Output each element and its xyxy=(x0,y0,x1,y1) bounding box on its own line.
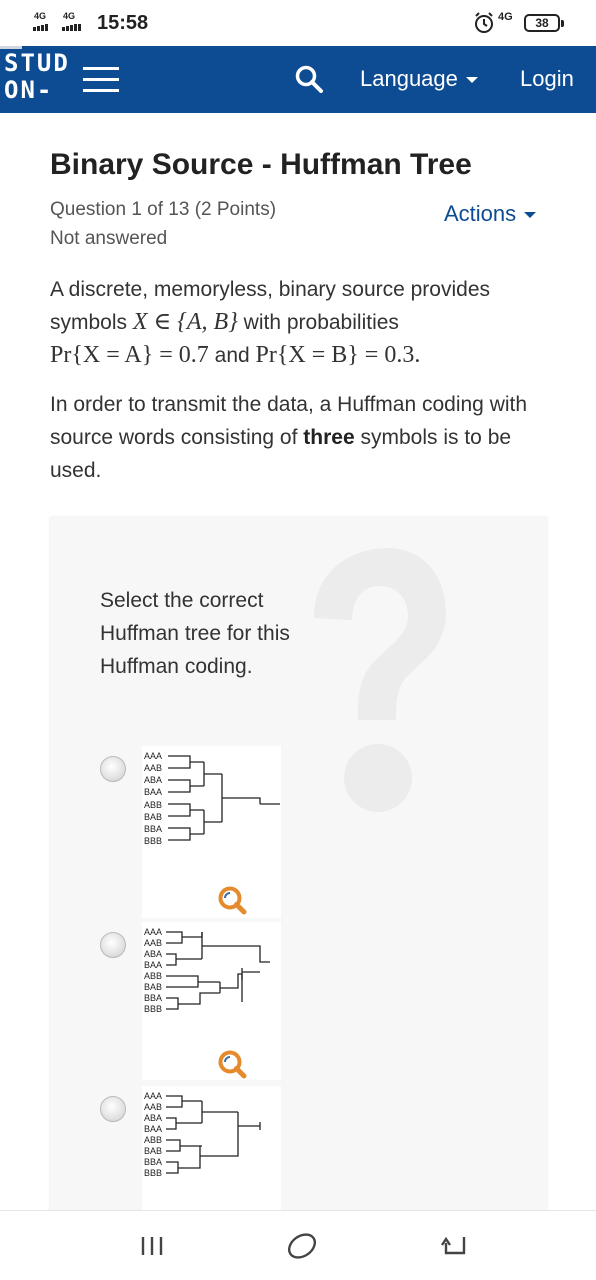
option-1-huffman-tree: AAA AAB ABA BAA ABB BAB BBA BBB xyxy=(142,746,281,918)
leaf-labels: AAA AAB ABA BAA ABB BAB BBA BBB xyxy=(144,751,162,846)
recent-apps-icon[interactable] xyxy=(137,1233,167,1259)
menu-bar-icon xyxy=(83,78,119,81)
chevron-down-icon xyxy=(465,77,478,84)
question-status: Not answered xyxy=(50,228,168,249)
leaf-label: BAB xyxy=(144,812,162,822)
leaf-label: ABB xyxy=(144,1135,162,1145)
question-text: A discrete, memoryless, binary source pr… xyxy=(50,273,550,372)
leaf-label: ABA xyxy=(144,949,162,959)
option-2-radio[interactable] xyxy=(100,932,126,958)
back-icon[interactable] xyxy=(440,1233,470,1259)
clock: 15:58 xyxy=(97,12,149,34)
menu-bar-icon xyxy=(83,89,119,92)
leaf-label: BAB xyxy=(144,982,162,992)
instruction-emphasis: three xyxy=(303,426,355,449)
alarm-icon xyxy=(475,12,493,33)
actions-label: Actions xyxy=(444,201,517,226)
chevron-down-icon xyxy=(524,212,537,219)
leaf-label: BBA xyxy=(144,1157,162,1167)
leaf-label: AAA xyxy=(144,1091,162,1101)
leaf-label: AAA xyxy=(144,751,162,761)
battery-icon: 38 xyxy=(524,14,564,32)
leaf-label: ABA xyxy=(144,1113,162,1123)
question-text-part: and xyxy=(214,344,250,367)
android-nav-bar xyxy=(0,1210,596,1280)
leaf-label: ABA xyxy=(144,775,162,785)
login-link[interactable]: Login xyxy=(520,66,574,92)
page-title: Binary Source - Huffman Tree xyxy=(50,148,472,181)
network-type: 4G xyxy=(498,11,513,23)
math-symbol-set: X ∈ {A, B} xyxy=(132,309,238,335)
answer-prompt: Select the correct Huffman tree for this… xyxy=(100,589,290,678)
leaf-label: BAA xyxy=(144,960,162,970)
leaf-label: BBB xyxy=(144,1004,162,1014)
question-mark-watermark-icon xyxy=(314,548,446,812)
option-2-magnifier-icon[interactable] xyxy=(216,1048,248,1080)
leaf-label: BAA xyxy=(144,1124,162,1134)
actions-dropdown[interactable]: Actions xyxy=(444,201,537,227)
question-text-part: with probabilities xyxy=(243,311,399,334)
language-dropdown[interactable]: Language xyxy=(360,66,478,92)
status-bar: 4G 4G 15:58 4G 38 xyxy=(0,0,596,46)
logo-line-2: ON- xyxy=(4,76,54,104)
leaf-label: ABB xyxy=(144,971,162,981)
language-label: Language xyxy=(360,66,458,91)
option-1-radio[interactable] xyxy=(100,756,126,782)
math-probability-a: Pr{X = A} = 0.7 xyxy=(50,342,209,368)
tree-branches xyxy=(168,755,280,841)
leaf-label: AAB xyxy=(144,1102,162,1112)
question-instructions: In order to transmit the data, a Huffman… xyxy=(50,388,550,487)
option-2-huffman-tree: AAA AAB ABA BAA ABB BAB BBA BBB xyxy=(142,922,281,1080)
leaf-label: BAA xyxy=(144,787,162,797)
menu-button[interactable] xyxy=(83,67,119,93)
option-1-magnifier-icon[interactable] xyxy=(216,884,248,916)
leaf-label: AAB xyxy=(144,938,162,948)
question-number: Question 1 of 13 (2 Points) xyxy=(50,199,277,220)
option-3-huffman-tree: AAA AAB ABA BAA ABB BAB BBA BBB xyxy=(142,1086,281,1210)
studon-logo[interactable]: STUD ON- xyxy=(4,50,70,104)
search-icon[interactable] xyxy=(294,64,324,94)
logo-line-1: STUD xyxy=(4,49,70,77)
signal-bars-1-icon xyxy=(33,24,48,31)
leaf-label: ABB xyxy=(144,800,162,810)
leaf-label: BAB xyxy=(144,1146,162,1156)
menu-bar-icon xyxy=(83,67,119,70)
option-3-radio[interactable] xyxy=(100,1096,126,1122)
leaf-label: BBA xyxy=(144,824,162,834)
signal-label-1: 4G xyxy=(34,11,47,21)
leaf-label: BBA xyxy=(144,993,162,1003)
leaf-label: AAA xyxy=(144,927,162,937)
leaf-label: BBB xyxy=(144,836,162,846)
signal-bars-2-icon xyxy=(62,24,81,31)
leaf-label: AAB xyxy=(144,763,162,773)
math-probability-b: Pr{X = B} = 0.3. xyxy=(255,342,421,368)
home-icon[interactable] xyxy=(284,1233,320,1259)
signal-label-2: 4G xyxy=(63,11,76,21)
leaf-label: BBB xyxy=(144,1168,162,1178)
